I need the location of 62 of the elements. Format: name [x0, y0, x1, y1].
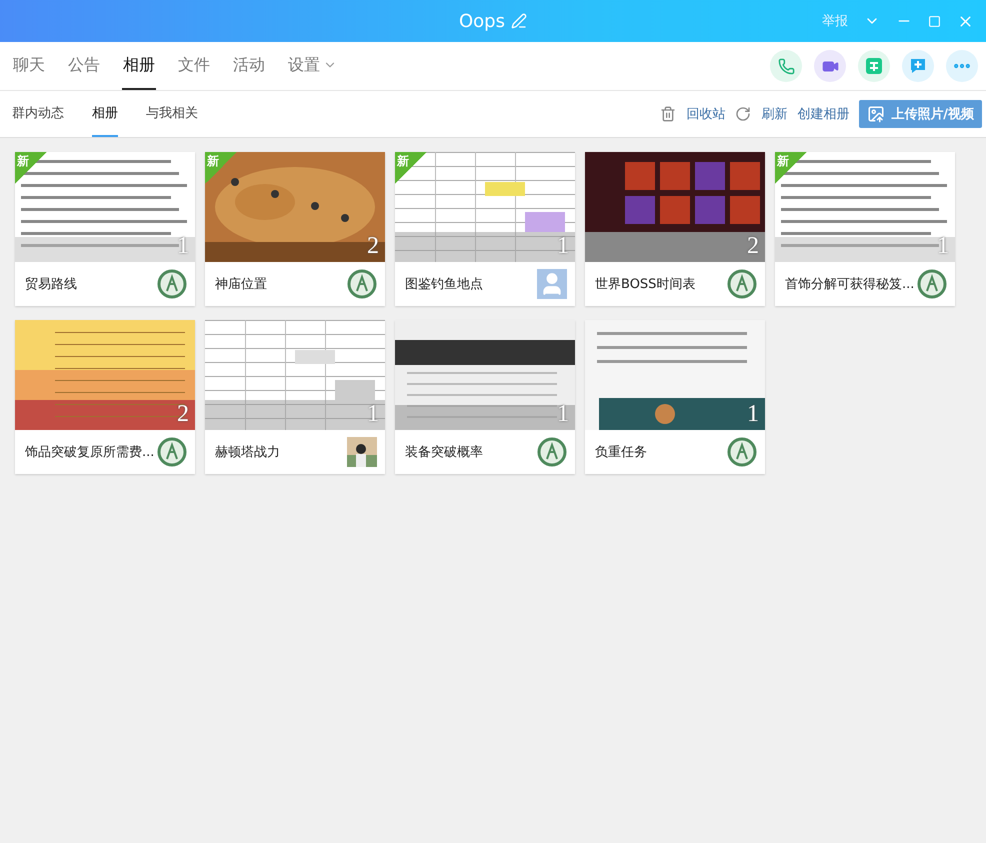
photo-count: 1: [937, 233, 949, 260]
avatar-icon: [917, 269, 947, 299]
class-icon[interactable]: [858, 50, 890, 82]
album-card[interactable]: 新 1 贸易路线: [15, 152, 195, 306]
album-card[interactable]: 2 饰品突破复原所需费...: [15, 320, 195, 474]
tab[interactable]: 活动: [232, 42, 266, 90]
album-title: 贸易路线: [25, 276, 77, 293]
refresh-icon[interactable]: [735, 106, 752, 122]
subtab[interactable]: 与我相关: [146, 91, 198, 137]
album-card[interactable]: 1 装备突破概率: [395, 320, 575, 474]
edit-icon[interactable]: [510, 13, 527, 29]
tab[interactable]: 公告: [67, 42, 101, 90]
album-title: 世界BOSS时间表: [595, 276, 696, 293]
subtab[interactable]: 相册: [92, 91, 118, 137]
photo-count: 1: [177, 233, 189, 260]
album-card[interactable]: 新 1 图鉴钓鱼地点: [395, 152, 575, 306]
album-title: 赫顿塔战力: [215, 444, 280, 461]
tab[interactable]: 设置: [287, 42, 338, 90]
avatar-icon: [537, 269, 567, 299]
album-title: 神庙位置: [215, 276, 267, 293]
photo-count: 2: [367, 233, 379, 260]
avatar-icon: [347, 269, 377, 299]
album-title: 饰品突破复原所需费...: [25, 444, 154, 461]
avatar-icon: [537, 437, 567, 467]
more-icon[interactable]: [946, 50, 978, 82]
avatar-icon: [157, 269, 187, 299]
photo-count: 1: [557, 401, 569, 428]
maximize-icon[interactable]: [928, 14, 941, 28]
refresh-link[interactable]: 刷新: [761, 105, 788, 123]
album-title: 图鉴钓鱼地点: [405, 276, 483, 293]
upload-image-icon: [867, 105, 886, 123]
photo-count: 1: [747, 401, 759, 428]
photo-count: 2: [747, 233, 759, 260]
photo-count: 1: [367, 401, 379, 428]
album-title: 装备突破概率: [405, 444, 483, 461]
window-title: Oops: [459, 10, 505, 32]
album-card[interactable]: 1 负重任务: [585, 320, 765, 474]
new-badge: 新: [395, 152, 427, 184]
photo-count: 1: [557, 233, 569, 260]
subtab[interactable]: 群内动态: [12, 91, 64, 137]
create-album-link[interactable]: 创建相册: [797, 105, 850, 123]
avatar-icon: [727, 437, 757, 467]
album-title: 首饰分解可获得秘笈...: [785, 276, 914, 293]
add-app-icon[interactable]: [902, 50, 934, 82]
video-icon[interactable]: [814, 50, 846, 82]
tab[interactable]: 文件: [177, 42, 211, 90]
new-badge: 新: [15, 152, 47, 184]
photo-count: 2: [177, 401, 189, 428]
album-title: 负重任务: [595, 444, 647, 461]
new-badge: 新: [205, 152, 237, 184]
new-badge: 新: [775, 152, 807, 184]
trash-icon[interactable]: [660, 106, 676, 122]
avatar-icon: [347, 437, 377, 467]
avatar-icon: [727, 269, 757, 299]
tab[interactable]: 聊天: [12, 42, 46, 90]
avatar-icon: [157, 437, 187, 467]
album-card[interactable]: 新 1 首饰分解可获得秘笈...: [775, 152, 955, 306]
recycle-bin-link[interactable]: 回收站: [686, 105, 726, 123]
album-card[interactable]: 2 世界BOSS时间表: [585, 152, 765, 306]
album-card[interactable]: 新 2 神庙位置: [205, 152, 385, 306]
album-card[interactable]: 1 赫顿塔战力: [205, 320, 385, 474]
phone-icon[interactable]: [770, 50, 802, 82]
